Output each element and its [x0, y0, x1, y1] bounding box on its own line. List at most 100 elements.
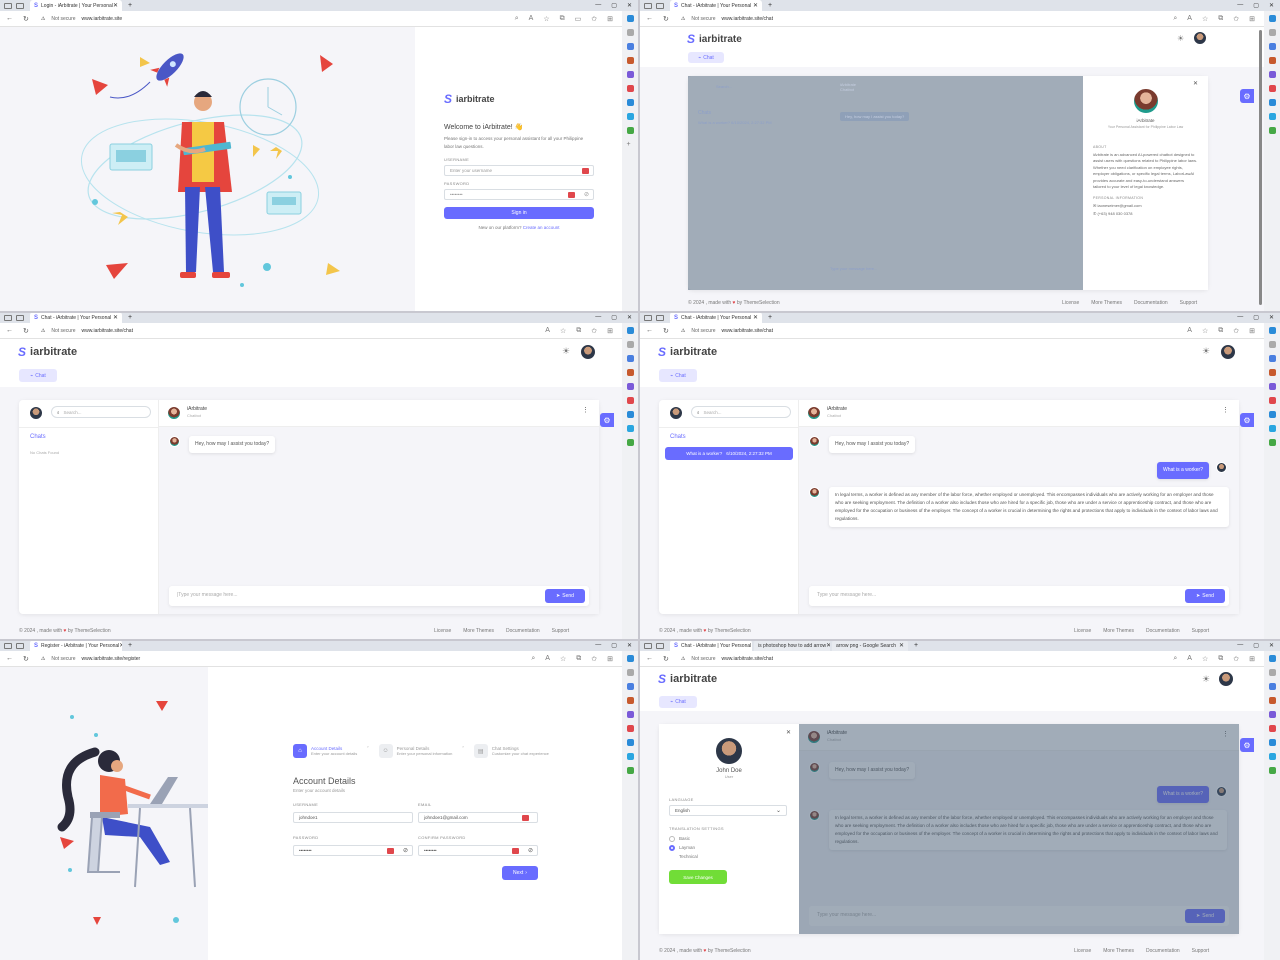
telegram-icon[interactable] [1268, 753, 1276, 760]
profile-icon[interactable] [4, 314, 12, 321]
not-secure-label[interactable]: Not secure [51, 328, 75, 334]
minimize-icon[interactable]: — [1237, 314, 1243, 321]
message-input[interactable]: |Type your message here... ➤ Send [169, 586, 589, 606]
footer-license-link[interactable]: License [1062, 300, 1079, 306]
footer-license-link[interactable]: License [1074, 628, 1091, 634]
footer-documentation-link[interactable]: Documentation [1134, 300, 1168, 306]
history-item-active[interactable]: What is a worker? 6/10/2024, 2:27:32 PM [665, 447, 793, 460]
footer-support-link[interactable]: Support [1180, 300, 1198, 306]
outlook-icon[interactable] [1268, 411, 1276, 418]
reg-confirm-input[interactable]: •••••••• ⊘ [418, 845, 538, 856]
footer-more-themes-link[interactable]: More Themes [463, 628, 494, 634]
telegram-icon[interactable] [1268, 113, 1276, 120]
add-icon[interactable]: + [627, 141, 634, 148]
extensions-icon[interactable]: ⧉ [1218, 327, 1223, 335]
by-themeselection[interactable]: by ThemeSelection [737, 300, 780, 306]
browser-tab-photoshop[interactable]: is photoshop how to add arrow ✕ [754, 640, 830, 651]
language-select[interactable]: English ⌄ [669, 805, 787, 816]
browser-tab-chat[interactable]: SChat - iArbitrate | Your Personal✕ [670, 312, 762, 323]
minimize-icon[interactable]: — [1237, 2, 1243, 9]
user-avatar[interactable] [1193, 31, 1207, 45]
games-icon[interactable] [1268, 71, 1276, 78]
tree-icon[interactable] [626, 127, 634, 134]
close-tab-icon[interactable]: ✕ [119, 642, 122, 649]
shopping-icon[interactable] [1268, 369, 1276, 376]
footer-more-themes-link[interactable]: More Themes [1091, 300, 1122, 306]
favorites-icon[interactable]: ✩ [591, 327, 597, 335]
outlook-icon[interactable] [1268, 99, 1276, 106]
tag-icon[interactable] [1268, 355, 1276, 362]
search-icon[interactable] [626, 669, 634, 676]
eye-off-icon[interactable]: ⊘ [584, 191, 589, 198]
read-aloud-icon[interactable]: A [1187, 655, 1192, 663]
new-tab-icon[interactable]: + [768, 314, 772, 321]
footer-support-link[interactable]: Support [552, 628, 570, 634]
workspaces-icon[interactable] [16, 314, 24, 321]
zoom-icon[interactable]: ⌕ [531, 655, 535, 663]
url-text[interactable]: www.iarbitrate.site/chat [722, 328, 773, 334]
back-icon[interactable]: ← [646, 15, 653, 23]
not-secure-label[interactable]: Not secure [691, 16, 715, 22]
read-aloud-icon[interactable]: A [529, 15, 534, 23]
collections-icon[interactable]: ⊞ [607, 327, 613, 335]
settings-gear-icon[interactable]: ⚙ [600, 413, 614, 427]
zoom-icon[interactable]: ⌕ [1173, 15, 1177, 23]
office-icon[interactable] [626, 397, 634, 404]
close-icon[interactable]: ✕ [1193, 80, 1198, 87]
search-input[interactable]: ⌕ Search... [691, 406, 791, 418]
close-tab-icon[interactable]: ✕ [753, 2, 758, 9]
favorite-icon[interactable]: ☆ [1202, 327, 1208, 335]
close-window-icon[interactable]: ✕ [1269, 2, 1274, 9]
outlook-icon[interactable] [1268, 739, 1276, 746]
autofill-icon[interactable] [512, 848, 519, 854]
close-tab-icon[interactable]: ✕ [826, 642, 830, 649]
new-tab-icon[interactable]: + [128, 642, 132, 649]
refresh-icon[interactable]: ↻ [23, 15, 29, 23]
close-tab-icon[interactable]: ✕ [899, 642, 904, 649]
collections-icon[interactable]: ⊞ [1249, 15, 1255, 23]
collections-icon[interactable]: ⊞ [607, 15, 613, 23]
close-window-icon[interactable]: ✕ [627, 314, 632, 321]
tree-icon[interactable] [1268, 767, 1276, 774]
kebab-menu-icon[interactable]: ⋮ [582, 406, 589, 414]
refresh-icon[interactable]: ↻ [23, 655, 29, 663]
new-tab-icon[interactable]: + [768, 2, 772, 9]
search-icon[interactable] [626, 29, 634, 36]
tree-icon[interactable] [626, 767, 634, 774]
back-icon[interactable]: ← [646, 327, 653, 335]
read-aloud-icon[interactable]: A [1187, 15, 1192, 23]
tag-icon[interactable] [626, 355, 634, 362]
telegram-icon[interactable] [626, 753, 634, 760]
scrollbar[interactable] [1259, 30, 1262, 305]
search-icon[interactable] [1268, 29, 1276, 36]
step-chat-settings[interactable]: ▤ Chat Settings Customize your chat experi… [473, 744, 549, 758]
theme-toggle-icon[interactable]: ☀ [1202, 674, 1210, 685]
send-button[interactable]: ➤Send [1185, 589, 1225, 603]
radio-layman[interactable]: Layman [669, 845, 789, 851]
outlook-icon[interactable] [626, 411, 634, 418]
maximize-icon[interactable]: ▢ [1253, 314, 1259, 321]
collections-icon[interactable]: ⊞ [1249, 655, 1255, 663]
sign-in-button[interactable]: Sign in [444, 207, 594, 220]
not-secure-label[interactable]: Not secure [51, 656, 75, 662]
url-text[interactable]: www.iarbitrate.site/chat [722, 16, 773, 22]
kebab-menu-icon[interactable]: ⋮ [1222, 406, 1229, 414]
extensions-icon[interactable]: ⧉ [560, 15, 565, 23]
url-text[interactable]: www.iarbitrate.site [82, 16, 123, 22]
footer-support-link[interactable]: Support [1192, 948, 1210, 954]
refresh-icon[interactable]: ↻ [23, 327, 29, 335]
save-changes-button[interactable]: Save Changes [669, 870, 727, 884]
zoom-icon[interactable]: ⌕ [1173, 655, 1177, 663]
office-icon[interactable] [626, 725, 634, 732]
back-icon[interactable]: ← [6, 327, 13, 335]
close-window-icon[interactable]: ✕ [627, 2, 632, 9]
browser-tab-login[interactable]: S Login - iArbitrate | Your Personal ✕ [30, 0, 122, 11]
close-tab-icon[interactable]: ✕ [113, 2, 118, 9]
footer-license-link[interactable]: License [434, 628, 451, 634]
browser-tab-chat[interactable]: SChat - iArbitrate | Your Personal✕ [670, 0, 762, 11]
search-input[interactable]: ⌕ Search... [51, 406, 151, 418]
theme-toggle-icon[interactable]: ☀ [1177, 34, 1184, 43]
close-window-icon[interactable]: ✕ [627, 642, 632, 649]
password-input[interactable]: •••••••• ⊘ [444, 189, 594, 201]
radio-basic[interactable]: Basic [669, 836, 789, 842]
